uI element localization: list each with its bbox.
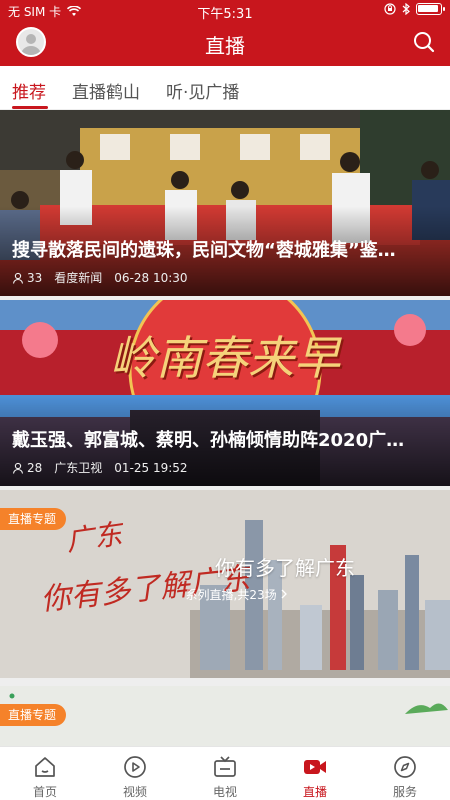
card-image-title-art: 岭南春来早 (110, 331, 340, 385)
card-title: 搜寻散落民间的遗珠，民间文物“蓉城雅集”鉴… (12, 240, 396, 261)
orientation-lock-icon (384, 3, 396, 15)
bottom-tab-bar: 首页 视频 电视 直播 服务 (0, 746, 450, 800)
tabbar-live[interactable]: 直播 (270, 747, 360, 800)
feed-card[interactable]: 岭南春来早 戴玉强、郭富城、蔡明、孙楠倾情助阵2020广… 28 广东卫视 01… (0, 300, 450, 486)
tab-indicator (12, 106, 48, 109)
card-title: 戴玉强、郭富城、蔡明、孙楠倾情助阵2020广… (12, 430, 405, 451)
live-special-badge: 直播专题 (0, 704, 67, 726)
tabbar-label: 首页 (32, 785, 57, 799)
channel-tabs: 推荐 直播鹤山 听·见广播 (0, 66, 450, 110)
live-feed[interactable]: 搜寻散落民间的遗珠，民间文物“蓉城雅集”鉴… 33 看度新闻 06-28 10:… (0, 110, 450, 746)
special-title: 你有多了解广东 (215, 556, 355, 580)
view-count-value: 28 (27, 460, 43, 475)
home-icon (35, 757, 55, 777)
special-subtitle-text: 系列直播,共23场 (185, 588, 277, 602)
card-source: 看度新闻 (54, 271, 103, 285)
special-subtitle: 系列直播,共23场 (12, 586, 450, 603)
view-count: 28 (12, 461, 42, 475)
tabbar-tv[interactable]: 电视 (180, 747, 270, 800)
tab-radio[interactable]: 听·见广播 (166, 78, 239, 103)
page-title: 直播 (205, 34, 245, 58)
chevron-right-icon (281, 589, 288, 599)
battery-level (418, 5, 438, 12)
feed-card[interactable]: 搜寻散落民间的遗珠，民间文物“蓉城雅集”鉴… 33 看度新闻 06-28 10:… (0, 110, 450, 296)
tabbar-home[interactable]: 首页 (0, 747, 90, 800)
tabbar-label: 服务 (392, 785, 417, 799)
tabbar-label: 电视 (212, 785, 237, 799)
tv-icon (214, 756, 236, 777)
card-meta: 33 看度新闻 06-28 10:30 (12, 269, 188, 286)
person-icon (12, 462, 24, 474)
tabbar-label: 视频 (122, 785, 147, 799)
card-meta: 28 广东卫视 01-25 19:52 (12, 459, 188, 476)
bluetooth-icon (402, 3, 410, 15)
card-time: 06-28 10:30 (114, 270, 188, 285)
view-count: 33 (12, 271, 42, 285)
tab-recommend[interactable]: 推荐 (12, 78, 46, 103)
status-right (384, 3, 445, 15)
card-time: 01-25 19:52 (114, 460, 188, 475)
card-source: 广东卫视 (54, 461, 103, 475)
tabbar-video[interactable]: 视频 (90, 747, 180, 800)
live-camera-icon (304, 760, 326, 774)
tabbar-label: 直播 (302, 785, 327, 799)
play-circle-icon (124, 756, 146, 778)
search-icon[interactable] (412, 30, 436, 54)
tab-live-heshan[interactable]: 直播鹤山 (72, 78, 140, 103)
person-icon (12, 272, 24, 284)
app-header: 无 SIM 卡 下午5:31 直播 (0, 0, 450, 66)
battery-icon (416, 3, 445, 15)
live-special-card[interactable]: 直播专题 (0, 686, 450, 746)
status-time: 下午5:31 (197, 7, 253, 22)
status-bar: 无 SIM 卡 下午5:31 (0, 0, 450, 22)
view-count-value: 33 (27, 270, 43, 285)
live-special-badge: 直播专题 (0, 508, 67, 530)
tabbar-service[interactable]: 服务 (360, 747, 450, 800)
live-special-card[interactable]: 广东 你有多了解广东 直播专题 你有多了解广东 系列直播,共23场 (0, 490, 450, 678)
card-image (0, 686, 450, 746)
compass-icon (394, 756, 416, 778)
